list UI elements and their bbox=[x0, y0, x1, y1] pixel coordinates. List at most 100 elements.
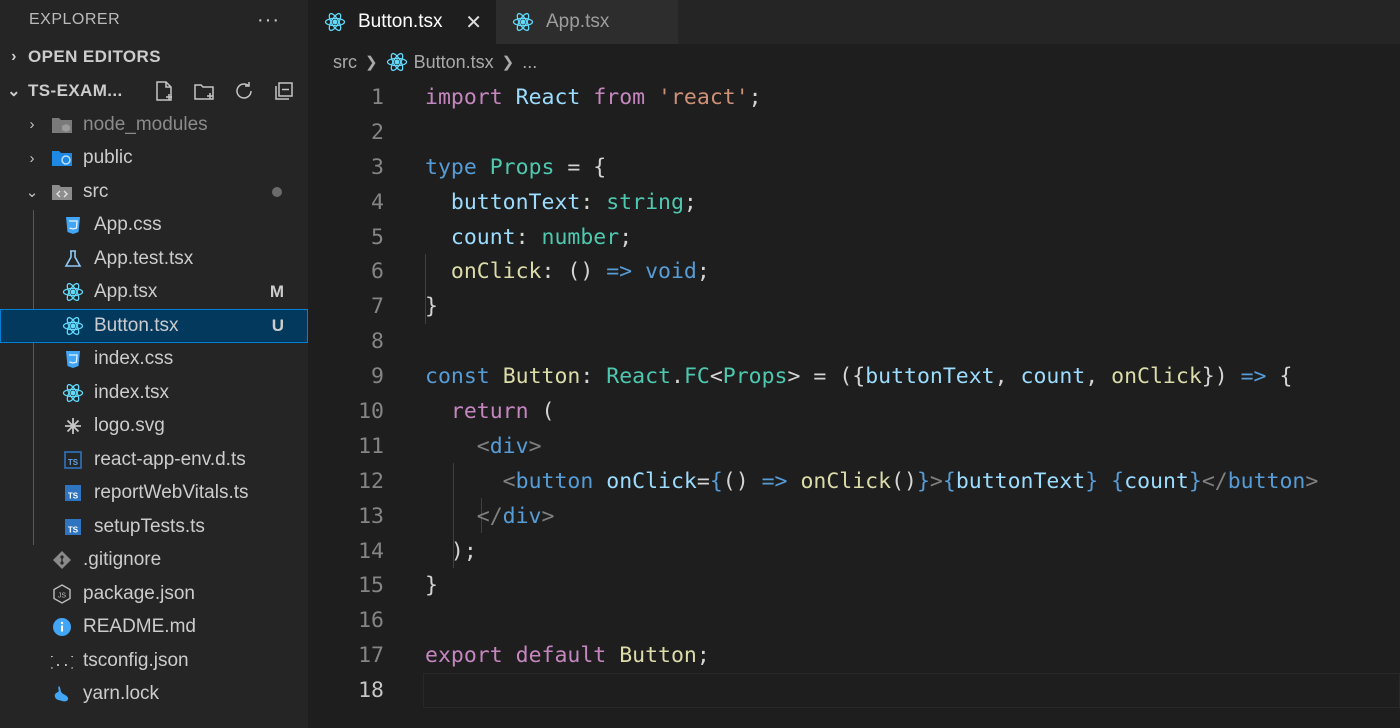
chevron-right-icon: ❯ bbox=[365, 54, 378, 71]
code-text: import React from 'react'; bbox=[425, 84, 762, 110]
code-line: 14 ); bbox=[308, 534, 1400, 569]
new-file-icon[interactable] bbox=[152, 79, 176, 103]
tree-item-report-web-vitals[interactable]: TS reportWebVitals.ts bbox=[0, 477, 308, 511]
tree-item-setup-tests[interactable]: TS setupTests.ts bbox=[0, 510, 308, 544]
breadcrumb-more[interactable]: ... bbox=[522, 52, 537, 73]
code-line: 9 const Button: React.FC<Props> = ({butt… bbox=[308, 359, 1400, 394]
more-actions-button[interactable]: ··· bbox=[257, 9, 280, 32]
breadcrumb-folder[interactable]: src bbox=[333, 52, 357, 73]
info-icon bbox=[51, 616, 73, 638]
code-text: return ( bbox=[450, 398, 555, 424]
new-folder-icon[interactable] bbox=[192, 79, 216, 103]
tree-item-src[interactable]: ⌄ src bbox=[0, 175, 308, 209]
open-editors-section[interactable]: › OPEN EDITORS bbox=[0, 40, 308, 74]
chevron-right-icon: › bbox=[29, 116, 35, 134]
line-number: 13 bbox=[358, 503, 384, 529]
tree-item-gitignore[interactable]: .gitignore bbox=[0, 544, 308, 578]
line-number: 18 bbox=[358, 678, 384, 704]
code-line: 17 export default Button; bbox=[308, 638, 1400, 673]
code-text: } bbox=[425, 573, 438, 599]
line-number: 5 bbox=[371, 224, 384, 250]
react-icon bbox=[512, 11, 534, 33]
chevron-right-icon: › bbox=[11, 48, 17, 65]
tree-item-button-tsx[interactable]: Button.tsx U bbox=[0, 309, 308, 343]
tree-item-index-css[interactable]: index.css bbox=[0, 343, 308, 377]
code-line: 3 type Props = { bbox=[308, 150, 1400, 185]
code-line: 11 <div> bbox=[308, 429, 1400, 464]
refresh-icon[interactable] bbox=[232, 79, 256, 103]
open-editors-label: OPEN EDITORS bbox=[28, 47, 161, 66]
tree-item-readme[interactable]: README.md bbox=[0, 611, 308, 645]
project-section[interactable]: ⌄ TS-EXAM... bbox=[0, 74, 308, 108]
tree-item-app-css[interactable]: App.css bbox=[0, 209, 308, 243]
line-number: 10 bbox=[358, 398, 384, 424]
tree-item-public[interactable]: › public bbox=[0, 142, 308, 176]
tree-item-app-test-tsx[interactable]: App.test.tsx bbox=[0, 242, 308, 276]
close-icon[interactable]: ✕ bbox=[465, 10, 482, 35]
js-file-icon: JS bbox=[51, 583, 73, 605]
line-number: 14 bbox=[358, 538, 384, 564]
svg-text:TS: TS bbox=[68, 492, 79, 501]
line-number: 3 bbox=[371, 154, 384, 180]
code-line: 15 } bbox=[308, 568, 1400, 603]
folder-node-icon bbox=[51, 114, 73, 136]
tree-item-tsconfig[interactable]: {..} tsconfig.json bbox=[0, 644, 308, 678]
code-line: 6 onClick: () => void; bbox=[308, 254, 1400, 289]
collapse-all-icon[interactable] bbox=[272, 79, 296, 103]
line-number: 16 bbox=[358, 608, 384, 634]
breadcrumb-file[interactable]: Button.tsx bbox=[414, 52, 494, 73]
svg-text:TS: TS bbox=[68, 458, 79, 467]
ts-file-icon: TS bbox=[62, 516, 84, 538]
code-line: 4 buttonText: string; bbox=[308, 185, 1400, 220]
code-line: 1 import React from 'react'; bbox=[308, 80, 1400, 115]
tree-item-node-modules[interactable]: › node_modules bbox=[0, 108, 308, 142]
code-text: <button onClick={() => onClick()}>{butto… bbox=[502, 468, 1319, 494]
git-icon bbox=[51, 549, 73, 571]
explorer-sidebar: EXPLORER ··· › OPEN EDITORS ⌄ TS-EXAM...… bbox=[0, 0, 308, 728]
code-text: type Props = { bbox=[425, 154, 607, 180]
tree-item-app-tsx[interactable]: App.tsx M bbox=[0, 276, 308, 310]
code-text: } bbox=[425, 294, 438, 320]
line-number: 1 bbox=[371, 84, 384, 110]
code-text: </div> bbox=[476, 503, 555, 529]
line-number: 11 bbox=[358, 433, 384, 459]
code-line-current: 18 bbox=[308, 673, 1400, 708]
react-icon bbox=[62, 315, 84, 337]
code-text: <div> bbox=[476, 433, 542, 459]
code-text: count: number; bbox=[450, 224, 633, 250]
chevron-right-icon: › bbox=[29, 149, 35, 167]
code-line: 5 count: number; bbox=[308, 220, 1400, 255]
line-number: 7 bbox=[371, 294, 384, 320]
svg-text:JS: JS bbox=[58, 592, 67, 599]
code-line: 10 return ( bbox=[308, 394, 1400, 429]
json-braces-icon: {..} bbox=[51, 650, 73, 672]
svg-file-icon bbox=[62, 415, 84, 437]
code-text: buttonText: string; bbox=[450, 189, 697, 215]
code-line: 12 <button onClick={() => onClick()}>{bu… bbox=[308, 464, 1400, 499]
svg-text:TS: TS bbox=[68, 525, 79, 534]
tree-item-react-app-env[interactable]: TS react-app-env.d.ts bbox=[0, 443, 308, 477]
tree-item-index-tsx[interactable]: index.tsx bbox=[0, 376, 308, 410]
code-text: onClick: () => void; bbox=[450, 259, 710, 285]
tab-label: App.tsx bbox=[546, 11, 610, 32]
tree-item-package-json[interactable]: JS package.json bbox=[0, 577, 308, 611]
tree-item-yarn-lock[interactable]: yarn.lock bbox=[0, 678, 308, 712]
line-number: 8 bbox=[371, 329, 384, 355]
code-editor[interactable]: 1 import React from 'react'; 2 3 type Pr… bbox=[308, 80, 1400, 708]
react-icon bbox=[62, 382, 84, 404]
react-icon bbox=[386, 51, 408, 73]
modified-dot-badge bbox=[272, 186, 282, 197]
chevron-down-icon: ⌄ bbox=[7, 83, 21, 100]
git-status-badge: U bbox=[271, 315, 284, 335]
ts-def-file-icon: TS bbox=[62, 449, 84, 471]
code-text: ); bbox=[425, 538, 477, 564]
line-number: 15 bbox=[358, 573, 384, 599]
explorer-header: EXPLORER ··· bbox=[0, 0, 308, 40]
code-line: 13 </div> bbox=[308, 499, 1400, 534]
tab-app-tsx[interactable]: App.tsx bbox=[496, 0, 678, 44]
tab-button-tsx[interactable]: Button.tsx ✕ bbox=[308, 0, 496, 44]
folder-src-icon bbox=[51, 181, 73, 203]
line-number: 12 bbox=[358, 468, 384, 494]
code-line: 8 bbox=[308, 324, 1400, 359]
tree-item-logo-svg[interactable]: logo.svg bbox=[0, 410, 308, 444]
